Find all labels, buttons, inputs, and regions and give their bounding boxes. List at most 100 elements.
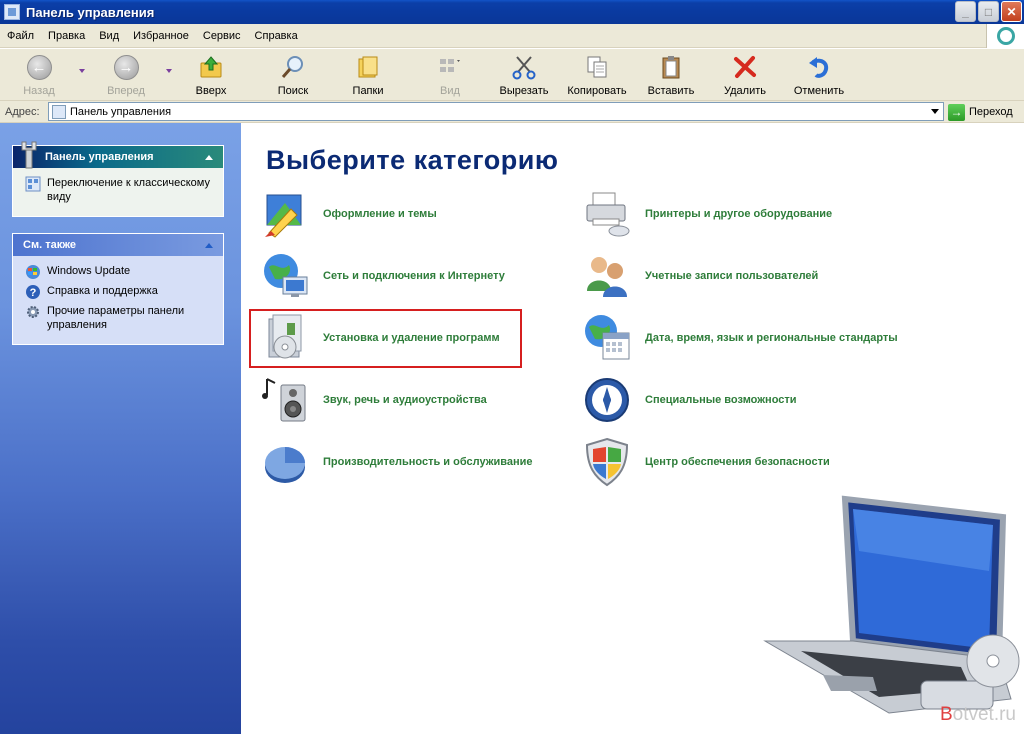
category-network-internet[interactable]: Сеть и подключения к Интернету (261, 251, 505, 301)
windows-logo-icon (996, 27, 1015, 45)
address-dropdown-icon[interactable] (926, 103, 943, 120)
collapse-chevron-icon[interactable] (201, 237, 217, 253)
delete-x-icon (730, 53, 760, 81)
task-pane: Панель управления Переключение к классич… (0, 123, 241, 734)
category-performance-maintenance[interactable]: Производительность и обслуживание (261, 437, 533, 487)
appearance-themes-icon (265, 194, 302, 238)
search-label: Поиск (277, 85, 309, 97)
folders-button[interactable]: Папки (335, 51, 401, 99)
minimize-button[interactable]: _ (955, 1, 976, 22)
copy-label: Копировать (567, 85, 627, 97)
folder-up-icon (196, 53, 226, 81)
category-sound-speech-audio[interactable]: Звук, речь и аудиоустройства (261, 375, 487, 425)
undo-label: Отменить (793, 85, 845, 97)
add-remove-programs-icon (268, 314, 302, 359)
scissors-icon (509, 53, 539, 81)
maximize-button[interactable]: □ (978, 1, 999, 22)
undo-button[interactable]: Отменить (786, 51, 852, 99)
go-arrow-icon: → (948, 103, 965, 121)
date-time-globe-icon (585, 315, 630, 360)
menu-view[interactable]: Вид (92, 30, 126, 42)
forward-dropdown-icon[interactable] (166, 69, 172, 73)
search-button[interactable]: Поиск (260, 51, 326, 99)
network-globe-icon (264, 254, 308, 297)
category-performance-maintenance-label: Производительность и обслуживание (323, 456, 533, 468)
accessibility-icon (585, 378, 629, 422)
category-add-remove-programs[interactable]: Установка и удаление программ (261, 313, 500, 363)
view-label: Вид (440, 85, 460, 97)
back-button[interactable]: ← Назад (6, 51, 72, 99)
address-value: Панель управления (70, 105, 172, 118)
menu-edit[interactable]: Правка (41, 30, 92, 42)
search-icon (278, 53, 308, 81)
menu-favorites[interactable]: Избранное (126, 30, 196, 42)
category-date-time-regional-label: Дата, время, язык и региональные стандар… (645, 332, 898, 344)
back-dropdown-icon[interactable] (79, 69, 85, 73)
view-icon (435, 53, 465, 81)
help-support-link[interactable]: ? Справка и поддержка (25, 284, 213, 300)
category-date-time-regional[interactable]: Дата, время, язык и региональные стандар… (583, 313, 898, 363)
main-content: Выберите категорию Оформление и темы Сет… (241, 123, 1024, 734)
category-sound-speech-audio-label: Звук, речь и аудиоустройства (323, 394, 487, 406)
printer-icon (586, 192, 630, 237)
cut-button[interactable]: Вырезать (491, 51, 557, 99)
back-arrow-icon: ← (24, 53, 54, 81)
other-settings-link[interactable]: Прочие параметры панели управления (25, 304, 213, 332)
forward-arrow-icon: → (111, 53, 141, 81)
svg-text:?: ? (30, 287, 37, 299)
category-network-internet-label: Сеть и подключения к Интернету (323, 270, 505, 282)
copy-button[interactable]: Копировать (564, 51, 630, 99)
gear-icon (27, 306, 39, 318)
control-panel-header[interactable]: Панель управления (13, 146, 223, 168)
windows-update-link[interactable]: Windows Update (25, 264, 213, 280)
delete-button[interactable]: Удалить (712, 51, 778, 99)
laptop-illustration (763, 495, 1020, 714)
other-settings-label: Прочие параметры панели управления (47, 305, 185, 331)
users-icon (587, 257, 627, 297)
category-accessibility[interactable]: Специальные возможности (583, 375, 797, 425)
switch-classic-view-label: Переключение к классическому виду (47, 177, 210, 203)
up-button[interactable]: Вверх (178, 51, 244, 99)
go-button[interactable]: → Переход (948, 103, 1013, 121)
performance-chart-icon (265, 447, 305, 483)
help-support-label: Справка и поддержка (47, 285, 158, 297)
view-button[interactable]: Вид (417, 51, 483, 99)
paste-button[interactable]: Вставить (638, 51, 704, 99)
menu-file[interactable]: Файл (0, 30, 41, 42)
paste-label: Вставить (647, 85, 695, 97)
collapse-chevron-icon[interactable] (201, 149, 217, 165)
control-panel-section-body: Переключение к классическому виду (13, 168, 223, 216)
copy-icon (582, 53, 612, 81)
delete-label: Удалить (724, 85, 766, 97)
paste-icon (656, 53, 686, 81)
see-also-section-body: Windows Update ? Справка и поддержка Про… (13, 256, 223, 344)
control-panel-section: Панель управления Переключение к классич… (12, 141, 224, 217)
forward-label: Вперед (107, 85, 145, 97)
classic-view-icon (25, 176, 41, 192)
see-also-header-title: См. также (23, 239, 76, 251)
help-icon: ? (26, 285, 40, 299)
menu-help[interactable]: Справка (248, 30, 305, 42)
cut-label: Вырезать (499, 85, 549, 97)
address-input[interactable]: Панель управления (48, 102, 944, 121)
menu-bar: Файл Правка Вид Избранное Сервис Справка (0, 24, 1024, 48)
speaker-icon (262, 378, 306, 422)
see-also-header[interactable]: См. также (13, 234, 223, 256)
menu-tools[interactable]: Сервис (196, 30, 248, 42)
switch-classic-view-link[interactable]: Переключение к классическому виду (25, 176, 213, 204)
control-panel-header-title: Панель управления (45, 151, 154, 163)
page-title: Выберите категорию (266, 145, 559, 175)
back-label: Назад (23, 85, 55, 97)
forward-button[interactable]: → Вперед (93, 51, 159, 99)
category-user-accounts-label: Учетные записи пользователей (645, 270, 819, 282)
category-appearance-themes[interactable]: Оформление и темы (261, 189, 437, 239)
close-button[interactable]: ✕ (1001, 1, 1022, 22)
watermark-text: otvet.ru (952, 704, 1016, 725)
category-appearance-themes-label: Оформление и темы (323, 208, 437, 220)
category-security-center[interactable]: Центр обеспечения безопасности (583, 437, 830, 487)
category-printers-hardware[interactable]: Принтеры и другое оборудование (583, 189, 832, 239)
category-add-remove-programs-label: Установка и удаление программ (323, 332, 500, 344)
window-controls: _ □ ✕ (955, 1, 1022, 22)
category-user-accounts[interactable]: Учетные записи пользователей (583, 251, 818, 301)
address-bar: Адрес: Панель управления → Переход (0, 101, 1024, 123)
